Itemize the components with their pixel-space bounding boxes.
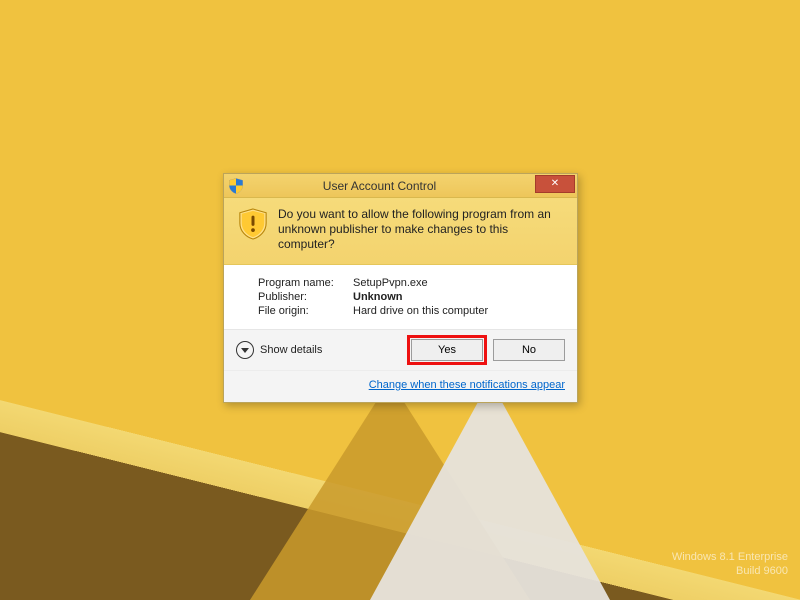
dialog-body: Program name: SetupPvpn.exe Publisher: U… xyxy=(224,265,577,329)
watermark-line: Windows 8.1 Enterprise xyxy=(672,550,788,564)
label-program-name: Program name: xyxy=(258,277,353,289)
close-icon: ✕ xyxy=(551,179,559,189)
label-publisher: Publisher: xyxy=(258,291,353,303)
wallpaper-shape xyxy=(370,380,610,600)
no-button-label: No xyxy=(522,344,536,356)
watermark-line: Build 9600 xyxy=(672,564,788,578)
change-notifications-link[interactable]: Change when these notifications appear xyxy=(369,379,565,391)
dialog-title: User Account Control xyxy=(224,179,535,193)
uac-dialog: User Account Control ✕ Do you want to al… xyxy=(223,173,578,403)
button-row: Show details Yes No xyxy=(224,329,577,370)
windows-watermark: Windows 8.1 Enterprise Build 9600 xyxy=(672,550,788,578)
titlebar[interactable]: User Account Control ✕ xyxy=(224,174,577,198)
uac-banner: Do you want to allow the following progr… xyxy=(224,198,577,265)
value-file-origin: Hard drive on this computer xyxy=(353,305,488,317)
value-program-name: SetupPvpn.exe xyxy=(353,277,428,289)
info-row-program: Program name: SetupPvpn.exe xyxy=(258,277,563,289)
yes-button-label: Yes xyxy=(438,344,456,356)
desktop-wallpaper: Windows 8.1 Enterprise Build 9600 User A… xyxy=(0,0,800,600)
show-details-toggle[interactable]: Show details xyxy=(236,341,401,359)
link-row: Change when these notifications appear xyxy=(224,370,577,402)
label-file-origin: File origin: xyxy=(258,305,353,317)
uac-shield-small-icon xyxy=(228,178,244,194)
banner-message: Do you want to allow the following progr… xyxy=(278,207,563,252)
info-row-publisher: Publisher: Unknown xyxy=(258,291,563,303)
yes-button[interactable]: Yes xyxy=(411,339,483,361)
show-details-label: Show details xyxy=(260,344,322,356)
value-publisher: Unknown xyxy=(353,291,403,303)
info-row-file-origin: File origin: Hard drive on this computer xyxy=(258,305,563,317)
no-button[interactable]: No xyxy=(493,339,565,361)
uac-shield-icon xyxy=(238,207,268,241)
close-button[interactable]: ✕ xyxy=(535,175,575,193)
chevron-down-icon xyxy=(236,341,254,359)
